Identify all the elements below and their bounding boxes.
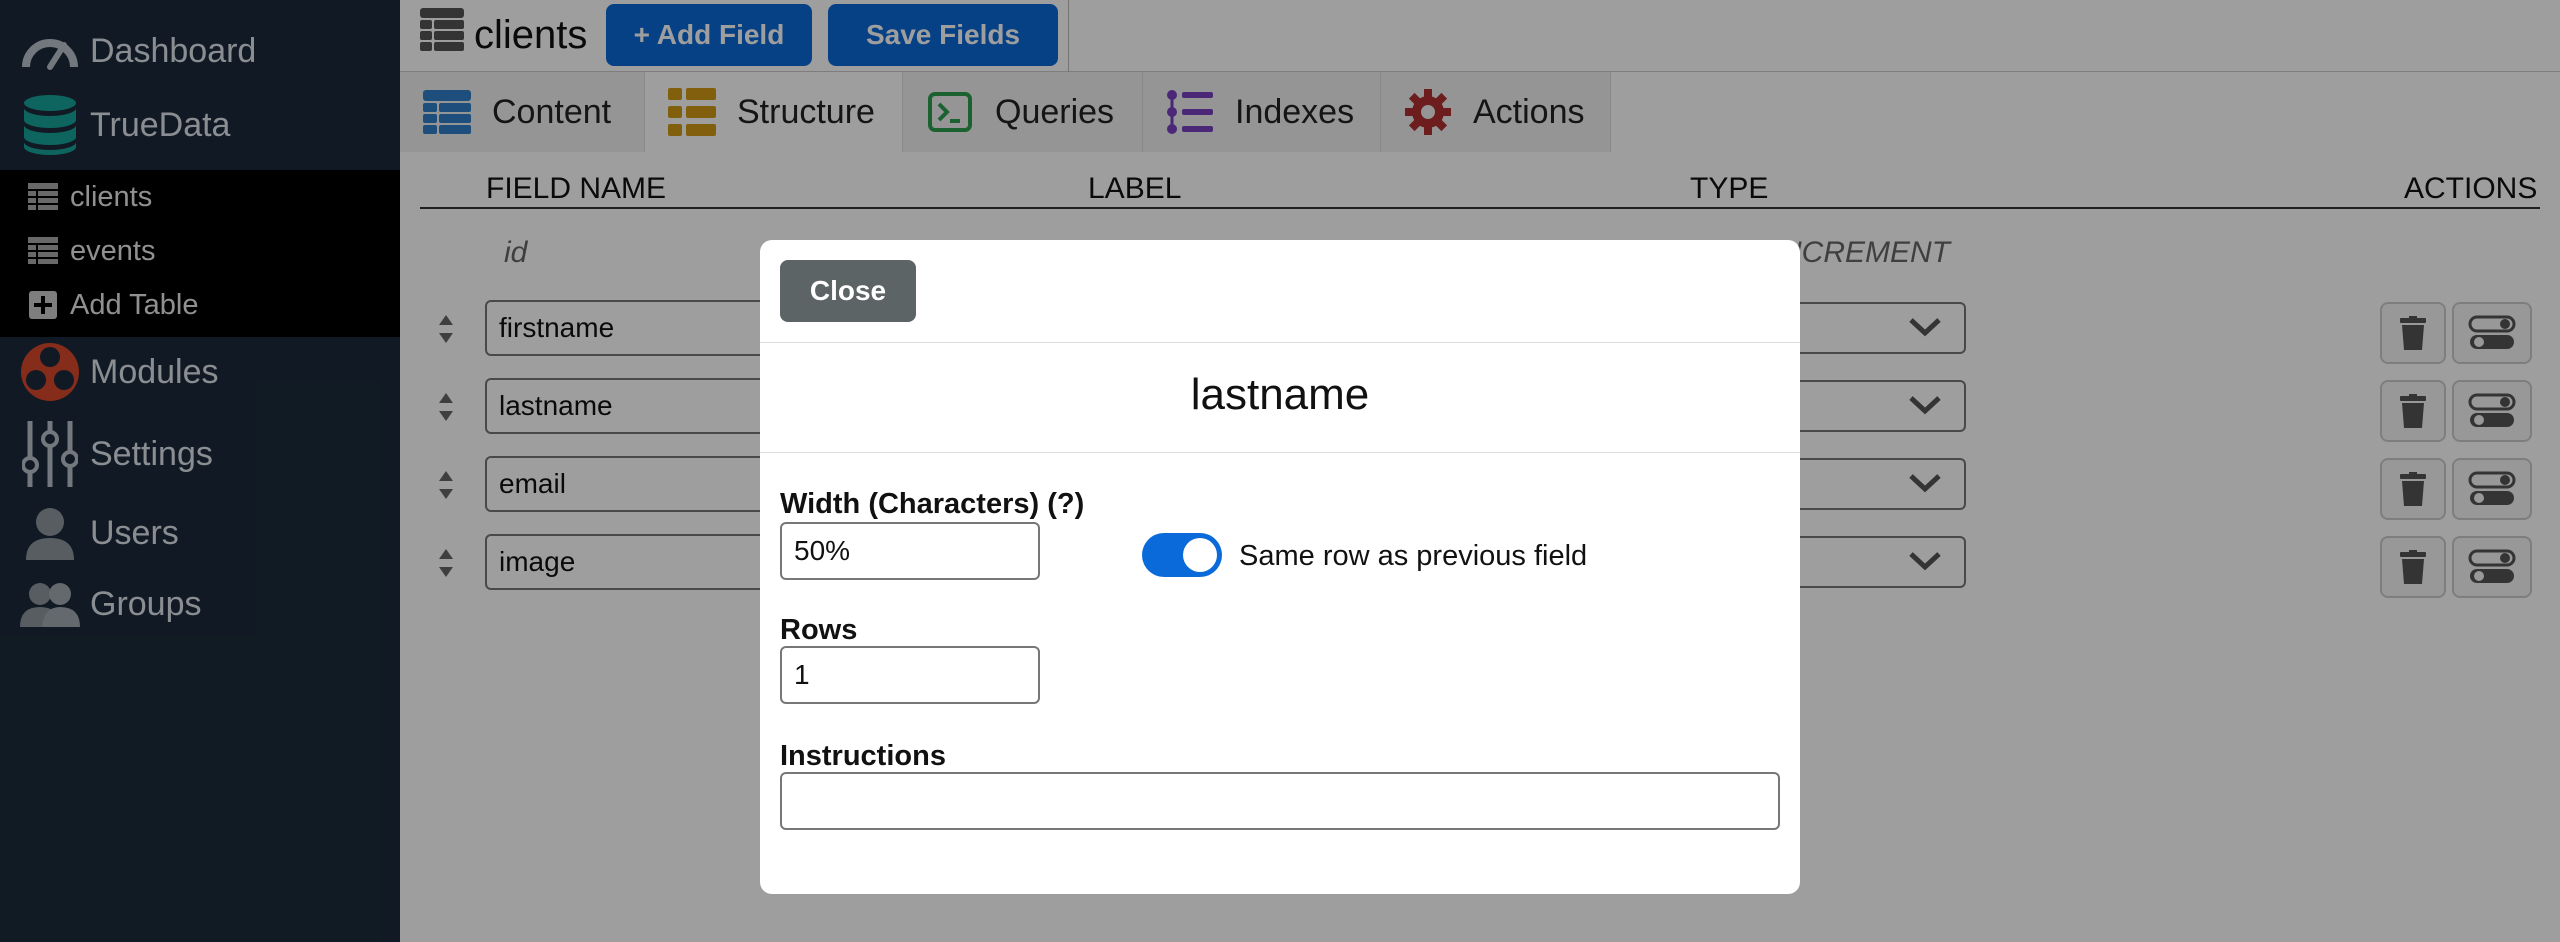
rows-input[interactable] <box>780 646 1040 704</box>
modal-divider <box>760 342 1800 343</box>
field-settings-modal: Close lastname Width (Characters) (?) Sa… <box>760 240 1800 894</box>
modal-title: lastname <box>1190 370 1370 419</box>
width-input[interactable] <box>780 522 1040 580</box>
instructions-input[interactable] <box>780 772 1780 830</box>
modal-divider <box>760 452 1800 453</box>
instructions-label: Instructions <box>780 740 946 772</box>
rows-label: Rows <box>780 614 858 646</box>
same-row-label: Same row as previous field <box>1239 540 1588 572</box>
same-row-toggle[interactable] <box>1142 533 1222 577</box>
close-button[interactable]: Close <box>780 260 916 322</box>
width-label: Width (Characters) (?) <box>780 488 1085 520</box>
toggle-knob <box>1183 538 1217 572</box>
